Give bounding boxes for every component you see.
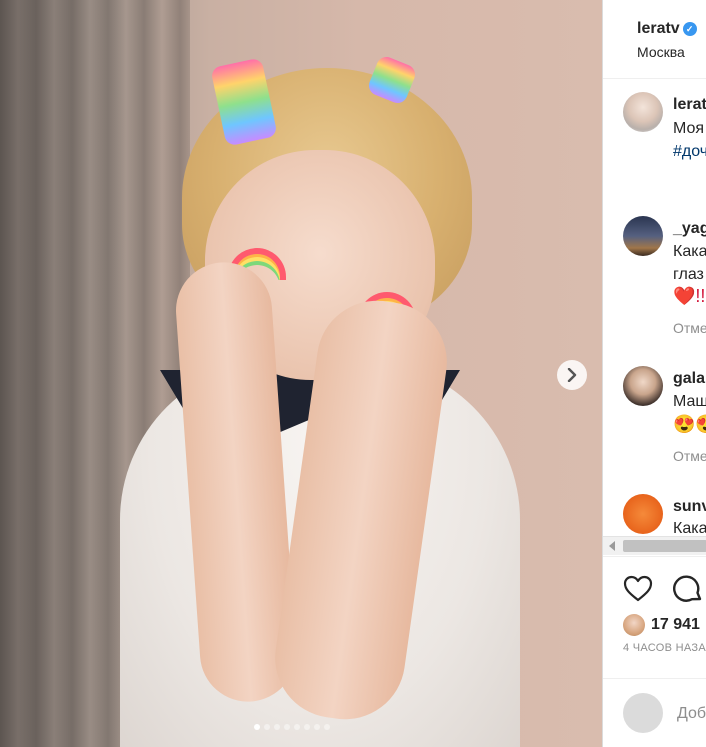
add-comment-bar: Доб bbox=[603, 678, 706, 747]
caption-text: Моя bbox=[673, 120, 705, 137]
liker-avatar bbox=[623, 614, 645, 636]
carousel-dot bbox=[294, 724, 300, 730]
comment-reply-button[interactable]: Отме bbox=[673, 448, 706, 464]
post-photo[interactable] bbox=[0, 0, 602, 747]
caption-username[interactable]: lerat bbox=[673, 96, 706, 114]
post-actions-bar bbox=[603, 556, 706, 617]
comment-username[interactable]: gala bbox=[673, 370, 705, 388]
comment-avatar[interactable] bbox=[623, 494, 663, 534]
carousel-dot bbox=[284, 724, 290, 730]
likes-count-text[interactable]: 17 941 bbox=[651, 616, 700, 633]
post-location[interactable]: Москва bbox=[637, 44, 685, 60]
likes-count[interactable]: 17 941 bbox=[623, 614, 700, 636]
comment-text-line: Кака bbox=[673, 243, 706, 260]
author-username-text[interactable]: leratv bbox=[637, 20, 680, 37]
post-timestamp[interactable]: 4 ЧАСОВ НАЗА bbox=[623, 642, 706, 654]
comment-avatar[interactable] bbox=[623, 216, 663, 256]
chevron-right-icon bbox=[567, 368, 577, 382]
comment-emoji: 😍😍 bbox=[673, 414, 706, 434]
comment-bubble-icon[interactable] bbox=[673, 574, 703, 604]
current-user-avatar bbox=[623, 693, 663, 733]
post-header: leratv ✓ Москва bbox=[603, 0, 706, 79]
carousel-dot bbox=[274, 724, 280, 730]
comment-text-line: глаз bbox=[673, 266, 704, 283]
scroll-left-arrow-icon[interactable] bbox=[609, 541, 615, 551]
heart-icon[interactable] bbox=[623, 575, 653, 602]
carousel-dot bbox=[254, 724, 260, 730]
carousel-dot bbox=[324, 724, 330, 730]
carousel-dot bbox=[304, 724, 310, 730]
add-comment-input[interactable]: Доб bbox=[677, 705, 706, 723]
author-username[interactable]: leratv ✓ bbox=[637, 20, 697, 38]
comment-emoji: ❤️!! bbox=[673, 286, 706, 306]
verified-badge-icon: ✓ bbox=[682, 22, 697, 36]
carousel-dot bbox=[314, 724, 320, 730]
caption-author-avatar[interactable] bbox=[623, 92, 663, 132]
caption-hashtag[interactable]: #доч bbox=[673, 143, 706, 161]
post-side-panel: leratv ✓ Москва lerat Моя #доч _yag Кака … bbox=[602, 0, 706, 747]
comment-username[interactable]: sunv bbox=[673, 498, 706, 516]
carousel-dot bbox=[264, 724, 270, 730]
comment-username[interactable]: _yag bbox=[673, 220, 706, 238]
carousel-next-button[interactable] bbox=[557, 360, 587, 390]
comment-text-line: Маш bbox=[673, 393, 706, 410]
comments-horizontal-scrollbar[interactable] bbox=[603, 536, 706, 555]
scrollbar-thumb[interactable] bbox=[623, 540, 706, 552]
comment-avatar[interactable] bbox=[623, 366, 663, 406]
carousel-indicator bbox=[254, 724, 330, 730]
comment-reply-button[interactable]: Отме bbox=[673, 320, 706, 336]
